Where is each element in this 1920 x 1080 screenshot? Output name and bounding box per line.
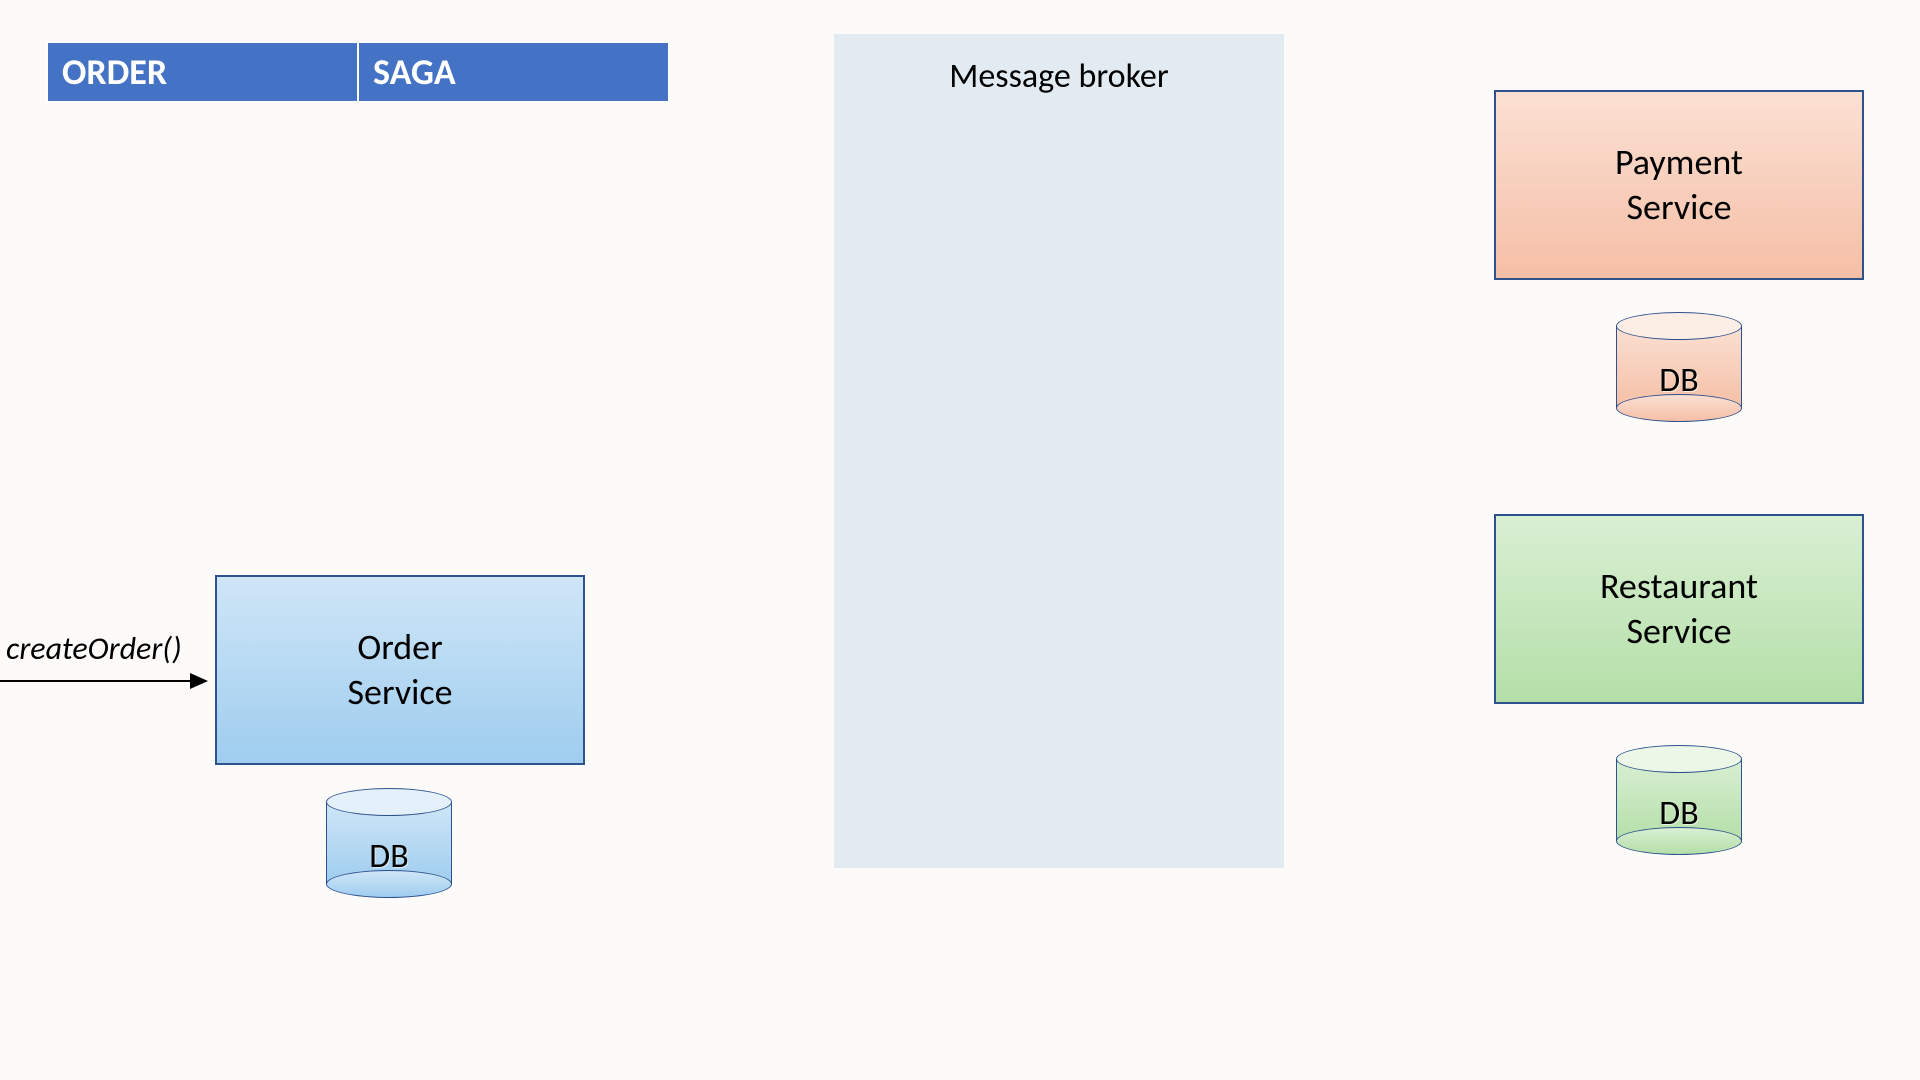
payment-service-label: Payment Service	[1615, 140, 1743, 230]
order-service-label: Order Service	[348, 625, 453, 715]
payment-db-label: DB	[1616, 360, 1742, 401]
create-order-arrow-head	[190, 673, 208, 689]
payment-service-db: DB	[1616, 312, 1742, 422]
order-service-box: Order Service	[215, 575, 585, 765]
restaurant-service-box: Restaurant Service	[1494, 514, 1864, 704]
payment-service-box: Payment Service	[1494, 90, 1864, 280]
table-header-order: ORDER	[47, 42, 358, 102]
create-order-arrow-line	[0, 680, 190, 682]
order-service-db: DB	[326, 788, 452, 898]
restaurant-db-label: DB	[1616, 793, 1742, 834]
restaurant-service-label: Restaurant Service	[1600, 564, 1758, 654]
table-header-saga: SAGA	[358, 42, 669, 102]
restaurant-service-db: DB	[1616, 745, 1742, 855]
message-broker-title: Message broker	[949, 56, 1168, 97]
create-order-label: createOrder()	[6, 629, 182, 668]
message-broker-box: Message broker	[834, 34, 1284, 868]
order-db-label: DB	[326, 836, 452, 877]
